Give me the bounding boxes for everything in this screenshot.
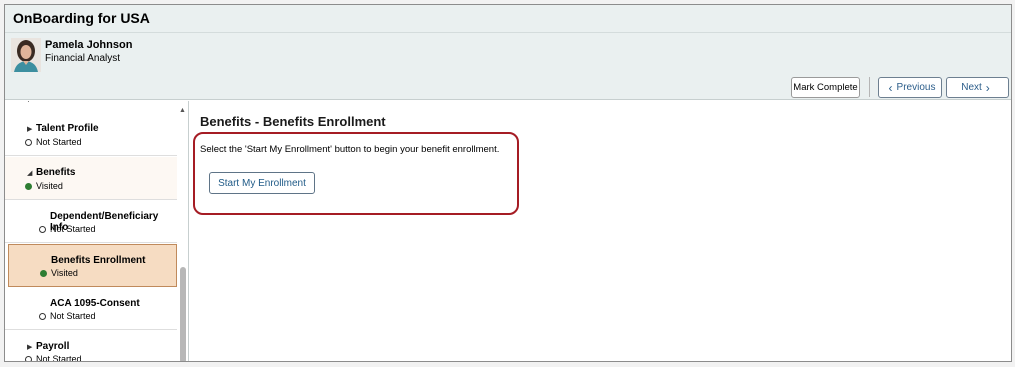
status-text: Not Started xyxy=(36,354,82,362)
next-label: Next xyxy=(961,82,982,93)
sidebar-item-talent-profile[interactable]: ▶ Talent Profile Not Started xyxy=(5,113,177,156)
expand-arrow-icon: ▶ xyxy=(27,344,33,351)
sidebar-item-aca-1095-consent[interactable]: ACA 1095-Consent Not Started xyxy=(5,288,177,330)
scrollbar-thumb[interactable] xyxy=(180,267,186,361)
avatar-photo-icon xyxy=(11,38,41,72)
toolbar-divider xyxy=(869,77,870,97)
title-bar: OnBoarding for USA xyxy=(5,5,1011,33)
activity-guide-sidebar: ▼ ▶ Talent Profile Not Started ◢ Benefit… xyxy=(5,101,189,362)
status-indicator: Not Started xyxy=(39,224,96,234)
not-started-icon xyxy=(39,225,46,233)
sidebar-item-label: Payroll xyxy=(36,341,70,352)
instruction-text: Select the 'Start My Enrollment' button … xyxy=(200,144,500,155)
app-window: OnBoarding for USA Pamela Johnson Financ… xyxy=(4,4,1012,362)
status-text: Visited xyxy=(51,268,78,278)
status-text: Not Started xyxy=(50,311,96,321)
status-text: Visited xyxy=(36,181,63,191)
page-title: Benefits - Benefits Enrollment xyxy=(200,114,386,129)
not-started-icon xyxy=(25,138,32,146)
status-text: Not Started xyxy=(36,137,82,147)
app-title: OnBoarding for USA xyxy=(13,10,150,26)
employee-name: Pamela Johnson xyxy=(45,39,133,51)
sidebar-item-label: ACA 1095-Consent xyxy=(50,298,140,309)
collapse-arrow-icon: ◢ xyxy=(27,170,33,177)
not-started-icon xyxy=(25,355,32,361)
scroll-up-arrow-icon[interactable]: ▲ xyxy=(179,107,186,114)
collapsed-arrow-icon: ▼ xyxy=(25,101,32,104)
status-indicator: Not Started xyxy=(25,137,82,147)
sidebar-item-benefits-enrollment[interactable]: Benefits Enrollment Visited xyxy=(8,244,177,287)
chevron-left-icon: ‹ xyxy=(888,80,893,95)
previous-button[interactable]: ‹ Previous xyxy=(878,77,942,98)
status-indicator: Not Started xyxy=(25,354,82,362)
sidebar-item-dependent-beneficiary-info[interactable]: Dependent/Beneficiary Info Not Started xyxy=(5,201,177,243)
next-button[interactable]: Next › xyxy=(946,77,1009,98)
avatar xyxy=(11,38,41,72)
status-text: Not Started xyxy=(50,224,96,234)
status-indicator: Visited xyxy=(25,181,63,191)
status-indicator: Visited xyxy=(40,268,78,278)
sidebar-item-benefits[interactable]: ◢ Benefits Visited xyxy=(5,157,177,200)
start-my-enrollment-button[interactable]: Start My Enrollment xyxy=(209,172,315,194)
employee-job-title: Financial Analyst xyxy=(45,53,121,64)
employee-header: Pamela Johnson Financial Analyst Mark Co… xyxy=(5,33,1011,100)
sidebar-item-label: Benefits xyxy=(36,167,76,178)
visited-icon xyxy=(25,182,32,190)
expand-arrow-icon: ▶ xyxy=(27,126,33,133)
previous-label: Previous xyxy=(896,82,936,93)
main-content: Benefits - Benefits Enrollment Select th… xyxy=(190,101,1011,361)
visited-icon xyxy=(40,269,47,277)
not-started-icon xyxy=(39,312,46,320)
sidebar-item-label: Benefits Enrollment xyxy=(51,255,146,266)
status-indicator: Not Started xyxy=(39,311,96,321)
sidebar-item-label: Talent Profile xyxy=(36,123,99,134)
sidebar-item-payroll[interactable]: ▶ Payroll Not Started xyxy=(5,331,177,362)
chevron-right-icon: › xyxy=(985,80,990,95)
mark-complete-button[interactable]: Mark Complete xyxy=(791,77,860,98)
